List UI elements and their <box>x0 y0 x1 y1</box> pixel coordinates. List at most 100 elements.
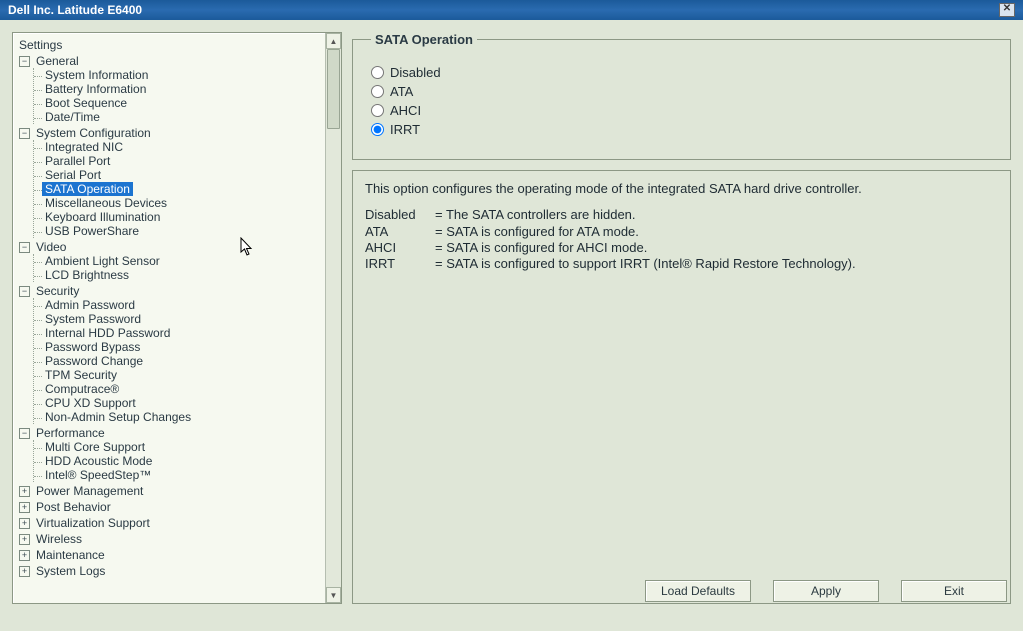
tree-category-row[interactable]: + Wireless <box>19 532 319 546</box>
tree-item[interactable]: CPU XD Support <box>34 396 319 410</box>
tree-scrollbar[interactable]: ▲ ▼ <box>325 33 341 603</box>
tree-item[interactable]: HDD Acoustic Mode <box>34 454 319 468</box>
tree-category-label[interactable]: Performance <box>34 426 107 440</box>
scrollbar-thumb[interactable] <box>327 49 340 129</box>
collapse-icon[interactable]: − <box>19 286 30 297</box>
tree-item-label[interactable]: Password Bypass <box>42 340 143 354</box>
tree-item-label[interactable]: Ambient Light Sensor <box>42 254 163 268</box>
scroll-down-button[interactable]: ▼ <box>326 587 341 603</box>
sata-option-label[interactable]: Disabled <box>390 65 441 80</box>
load-defaults-button[interactable]: Load Defaults <box>645 580 751 602</box>
settings-tree[interactable]: Settings −GeneralSystem InformationBatte… <box>13 33 325 603</box>
tree-category-label[interactable]: Security <box>34 284 81 298</box>
tree-item-label[interactable]: HDD Acoustic Mode <box>42 454 155 468</box>
scroll-up-button[interactable]: ▲ <box>326 33 341 49</box>
tree-item[interactable]: Admin Password <box>34 298 319 312</box>
tree-item-label[interactable]: System Password <box>42 312 144 326</box>
tree-item[interactable]: LCD Brightness <box>34 268 319 282</box>
tree-item-label[interactable]: Multi Core Support <box>42 440 148 454</box>
tree-item-label[interactable]: Password Change <box>42 354 146 368</box>
tree-item[interactable]: Miscellaneous Devices <box>34 196 319 210</box>
tree-item[interactable]: Integrated NIC <box>34 140 319 154</box>
tree-item-label[interactable]: SATA Operation <box>42 182 133 196</box>
tree-item-label[interactable]: TPM Security <box>42 368 120 382</box>
tree-item-label[interactable]: Serial Port <box>42 168 104 182</box>
tree-item[interactable]: TPM Security <box>34 368 319 382</box>
tree-item-label[interactable]: Admin Password <box>42 298 138 312</box>
tree-category-label[interactable]: Post Behavior <box>34 500 113 514</box>
tree-item-label[interactable]: Integrated NIC <box>42 140 126 154</box>
tree-item-label[interactable]: Date/Time <box>42 110 103 124</box>
tree-item-label[interactable]: CPU XD Support <box>42 396 139 410</box>
tree-category-row[interactable]: −Performance <box>19 426 319 440</box>
tree-item[interactable]: System Password <box>34 312 319 326</box>
expand-icon[interactable]: + <box>19 518 30 529</box>
scrollbar-track[interactable] <box>326 49 341 587</box>
collapse-icon[interactable]: − <box>19 128 30 139</box>
tree-category-row[interactable]: + Virtualization Support <box>19 516 319 530</box>
tree-item-label[interactable]: Non-Admin Setup Changes <box>42 410 194 424</box>
sata-radio-ata[interactable] <box>371 85 384 98</box>
tree-item[interactable]: SATA Operation <box>34 182 319 196</box>
tree-item[interactable]: Non-Admin Setup Changes <box>34 410 319 424</box>
tree-item-label[interactable]: Battery Information <box>42 82 149 96</box>
tree-category-label[interactable]: System Configuration <box>34 126 153 140</box>
tree-item-label[interactable]: Computrace® <box>42 382 122 396</box>
sata-option-label[interactable]: ATA <box>390 84 413 99</box>
tree-category-label[interactable]: Maintenance <box>34 548 107 562</box>
expand-icon[interactable]: + <box>19 550 30 561</box>
tree-item-label[interactable]: Parallel Port <box>42 154 113 168</box>
exit-button[interactable]: Exit <box>901 580 1007 602</box>
tree-item-label[interactable]: System Information <box>42 68 151 82</box>
tree-category-label[interactable]: Power Management <box>34 484 145 498</box>
tree-item[interactable]: Serial Port <box>34 168 319 182</box>
tree-item[interactable]: Battery Information <box>34 82 319 96</box>
close-button[interactable]: ✕ <box>999 3 1015 17</box>
tree-category-row[interactable]: + Post Behavior <box>19 500 319 514</box>
expand-icon[interactable]: + <box>19 534 30 545</box>
tree-item-label[interactable]: USB PowerShare <box>42 224 142 238</box>
tree-category-row[interactable]: + Power Management <box>19 484 319 498</box>
tree-item[interactable]: Password Bypass <box>34 340 319 354</box>
tree-item[interactable]: System Information <box>34 68 319 82</box>
tree-category-row[interactable]: −General <box>19 54 319 68</box>
tree-category-row[interactable]: −Video <box>19 240 319 254</box>
tree-item[interactable]: Computrace® <box>34 382 319 396</box>
tree-category-label[interactable]: General <box>34 54 81 68</box>
tree-item[interactable]: Intel® SpeedStep™ <box>34 468 319 482</box>
tree-item[interactable]: Date/Time <box>34 110 319 124</box>
tree-category-label[interactable]: Virtualization Support <box>34 516 152 530</box>
tree-category-row[interactable]: + System Logs <box>19 564 319 578</box>
expand-icon[interactable]: + <box>19 502 30 513</box>
tree-item[interactable]: Internal HDD Password <box>34 326 319 340</box>
sata-option-label[interactable]: IRRT <box>390 122 420 137</box>
sata-option-ata[interactable]: ATA <box>371 84 992 99</box>
tree-category-row[interactable]: −Security <box>19 284 319 298</box>
tree-item[interactable]: Parallel Port <box>34 154 319 168</box>
sata-radio-irrt[interactable] <box>371 123 384 136</box>
sata-option-ahci[interactable]: AHCI <box>371 103 992 118</box>
expand-icon[interactable]: + <box>19 566 30 577</box>
tree-item-label[interactable]: Keyboard Illumination <box>42 210 163 224</box>
tree-item[interactable]: Keyboard Illumination <box>34 210 319 224</box>
collapse-icon[interactable]: − <box>19 56 30 67</box>
tree-category-label[interactable]: Wireless <box>34 532 84 546</box>
tree-item-label[interactable]: Internal HDD Password <box>42 326 173 340</box>
apply-button[interactable]: Apply <box>773 580 879 602</box>
tree-item-label[interactable]: Boot Sequence <box>42 96 130 110</box>
tree-item[interactable]: Multi Core Support <box>34 440 319 454</box>
tree-item[interactable]: Boot Sequence <box>34 96 319 110</box>
collapse-icon[interactable]: − <box>19 428 30 439</box>
tree-item-label[interactable]: Miscellaneous Devices <box>42 196 170 210</box>
tree-item[interactable]: Ambient Light Sensor <box>34 254 319 268</box>
sata-option-disabled[interactable]: Disabled <box>371 65 992 80</box>
tree-item-label[interactable]: Intel® SpeedStep™ <box>42 468 154 482</box>
tree-item-label[interactable]: LCD Brightness <box>42 268 132 282</box>
sata-option-label[interactable]: AHCI <box>390 103 421 118</box>
tree-category-label[interactable]: System Logs <box>34 564 107 578</box>
tree-category-label[interactable]: Video <box>34 240 68 254</box>
tree-item[interactable]: USB PowerShare <box>34 224 319 238</box>
collapse-icon[interactable]: − <box>19 242 30 253</box>
sata-radio-disabled[interactable] <box>371 66 384 79</box>
expand-icon[interactable]: + <box>19 486 30 497</box>
